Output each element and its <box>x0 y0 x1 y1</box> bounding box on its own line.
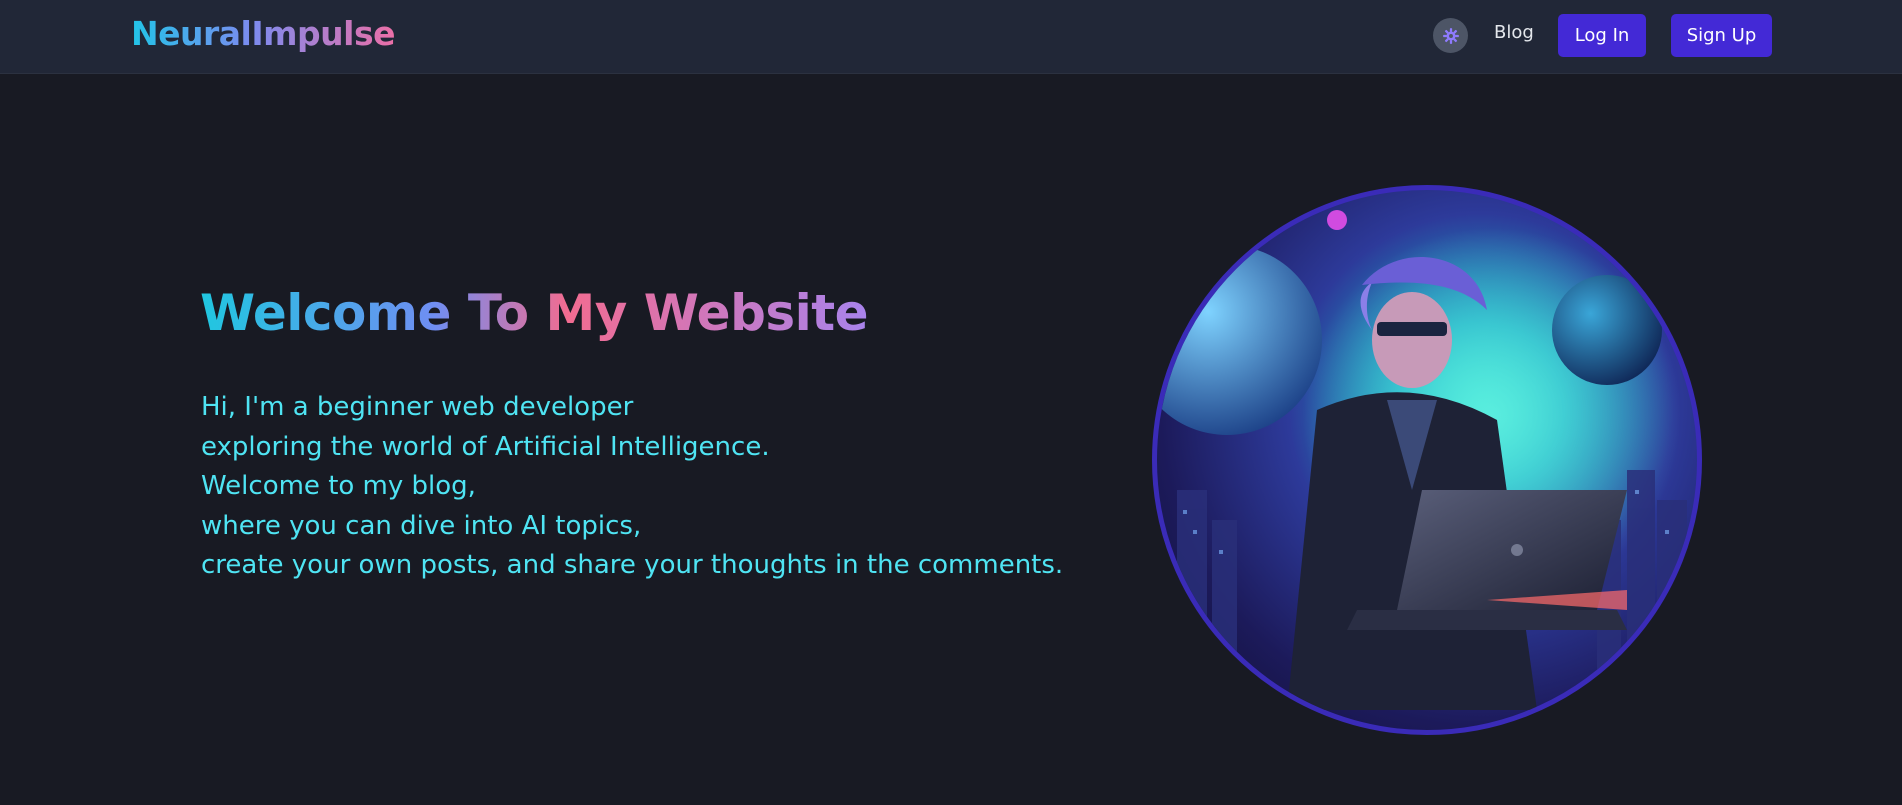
gear-icon <box>1442 27 1459 44</box>
intro-line: Welcome to my blog, <box>201 471 476 501</box>
nav-link-blog[interactable]: Blog <box>1494 22 1534 43</box>
intro-line: exploring the world of Artificial Intell… <box>201 431 770 462</box>
intro-line: create your own posts, and share your th… <box>201 550 1064 580</box>
intro-line: Hi, I'm a beginner web developer <box>201 392 634 422</box>
intro-line: where you can dive into AI topics, <box>201 510 642 541</box>
hero-intro: Hi, I'm a beginner web developer explori… <box>201 388 1063 586</box>
signup-button[interactable]: Sign Up <box>1671 14 1772 57</box>
login-button[interactable]: Log In <box>1558 14 1646 57</box>
hero-title: Welcome To My Website <box>200 284 869 342</box>
theme-toggle-button[interactable] <box>1433 18 1468 53</box>
avatar-illustration <box>1157 190 1697 730</box>
site-logo[interactable]: NeuralImpulse <box>131 14 395 53</box>
hero-avatar-image <box>1152 185 1702 735</box>
navbar: NeuralImpulse Blog Log In Sign Up <box>0 0 1902 74</box>
